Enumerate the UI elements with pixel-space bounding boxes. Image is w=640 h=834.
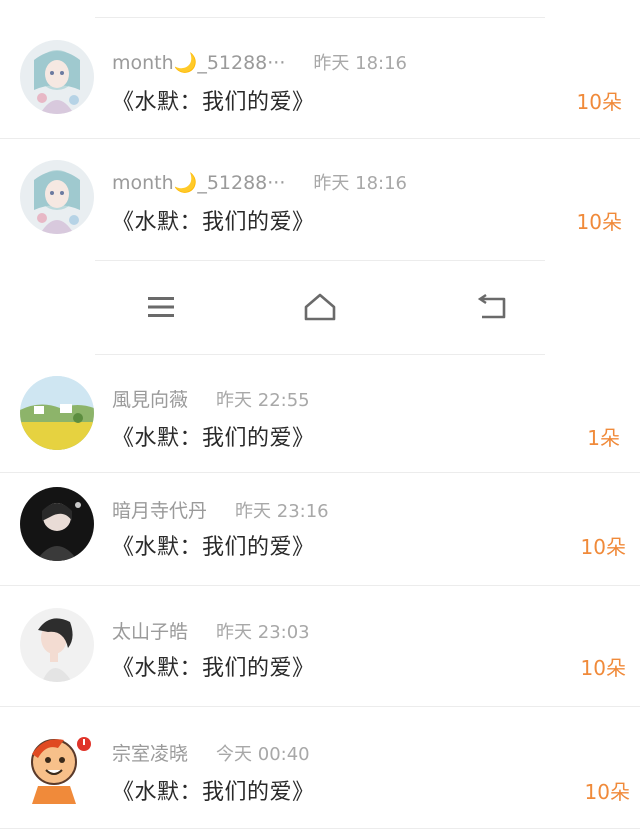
- navigation-bar: [0, 262, 640, 354]
- gift-title[interactable]: 《水默：我们的爱》: [112, 84, 315, 116]
- meta-line: month🌙_51288··· 昨天 18:16: [112, 169, 407, 195]
- divider: [0, 828, 640, 829]
- username[interactable]: month🌙_51288···: [112, 52, 285, 74]
- gift-title[interactable]: 《水默：我们的爱》: [112, 774, 315, 806]
- username[interactable]: 宗室凌晓: [112, 743, 188, 765]
- flower-count: 10朵: [584, 780, 630, 804]
- user-avatar[interactable]: [20, 40, 94, 114]
- meta-line: month🌙_51288··· 昨天 18:16: [112, 49, 407, 75]
- divider: [0, 706, 640, 707]
- back-icon: [477, 294, 506, 319]
- flower-count: 10朵: [580, 535, 626, 559]
- gift-list-item[interactable]: month🌙_51288··· 昨天 18:16 《水默：我们的爱》 10朵: [0, 160, 640, 240]
- username[interactable]: month🌙_51288···: [112, 172, 285, 194]
- timestamp: 昨天 18:16: [313, 53, 407, 74]
- timestamp: 昨天 22:55: [216, 390, 310, 411]
- gift-list-item[interactable]: month🌙_51288··· 昨天 18:16 《水默：我们的爱》 10朵: [0, 40, 640, 120]
- timestamp: 昨天 23:16: [235, 501, 329, 522]
- back-button[interactable]: [466, 282, 516, 332]
- home-icon: [304, 293, 336, 321]
- user-avatar[interactable]: [20, 487, 94, 561]
- flower-count: 10朵: [576, 90, 622, 114]
- gift-title[interactable]: 《水默：我们的爱》: [112, 650, 315, 682]
- user-avatar[interactable]: [20, 730, 94, 804]
- timestamp: 昨天 18:16: [313, 173, 407, 194]
- user-avatar[interactable]: [20, 376, 94, 450]
- divider: [0, 138, 640, 139]
- timestamp: 昨天 23:03: [216, 622, 310, 643]
- divider: [0, 585, 640, 586]
- gift-title[interactable]: 《水默：我们的爱》: [112, 204, 315, 236]
- flower-count: 10朵: [580, 656, 626, 680]
- home-button[interactable]: [295, 282, 345, 332]
- gift-list-item[interactable]: 暗月寺代丹 昨天 23:16 《水默：我们的爱》 10朵: [0, 487, 640, 567]
- gift-title[interactable]: 《水默：我们的爱》: [112, 529, 315, 561]
- gift-list-item[interactable]: 太山子皓 昨天 23:03 《水默：我们的爱》 10朵: [0, 608, 640, 688]
- divider: [95, 17, 545, 18]
- divider: [95, 260, 545, 261]
- flower-count: 1朵: [587, 426, 620, 450]
- username[interactable]: 太山子皓: [112, 621, 188, 643]
- divider: [0, 472, 640, 473]
- menu-icon: [148, 297, 174, 317]
- meta-line: 太山子皓 昨天 23:03: [112, 617, 310, 644]
- user-avatar[interactable]: [20, 160, 94, 234]
- gift-list-item[interactable]: 風見向薇 昨天 22:55 《水默：我们的爱》 1朵: [0, 376, 640, 456]
- menu-button[interactable]: [136, 282, 186, 332]
- meta-line: 宗室凌晓 今天 00:40: [112, 739, 310, 766]
- meta-line: 風見向薇 昨天 22:55: [112, 385, 310, 412]
- username[interactable]: 風見向薇: [112, 389, 188, 411]
- meta-line: 暗月寺代丹 昨天 23:16: [112, 496, 329, 523]
- gift-title[interactable]: 《水默：我们的爱》: [112, 420, 315, 452]
- user-avatar[interactable]: [20, 608, 94, 682]
- username[interactable]: 暗月寺代丹: [112, 500, 207, 522]
- flower-count: 10朵: [576, 210, 622, 234]
- timestamp: 今天 00:40: [216, 744, 310, 765]
- gift-list-item[interactable]: 宗室凌晓 今天 00:40 《水默：我们的爱》 10朵: [0, 730, 640, 810]
- divider: [95, 354, 545, 355]
